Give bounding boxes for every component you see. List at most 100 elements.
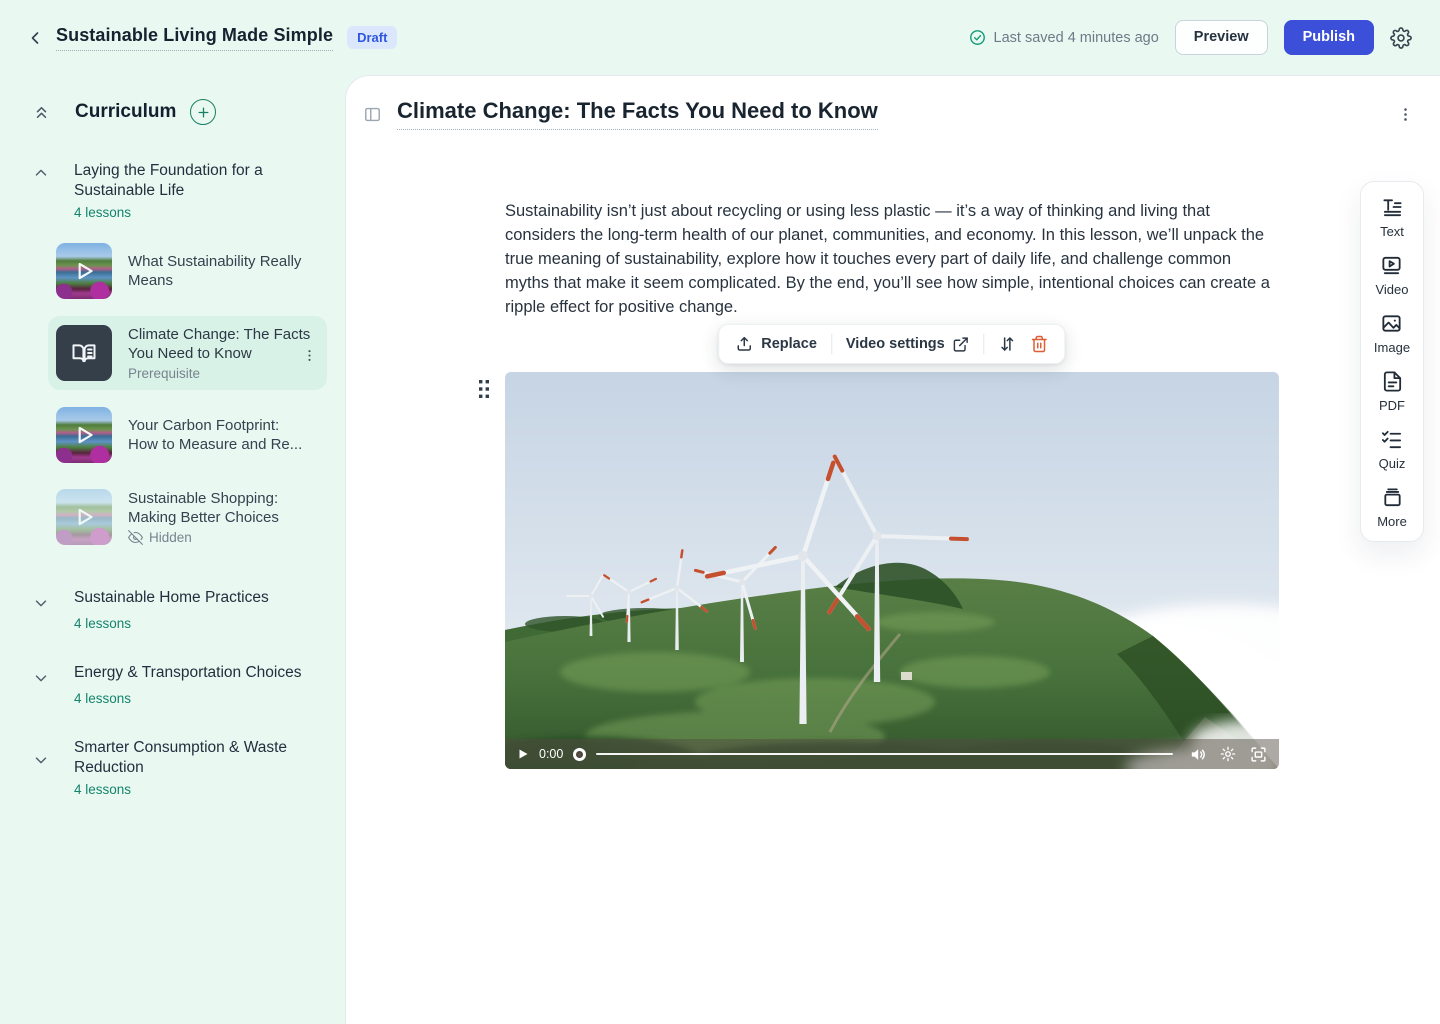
replace-label: Replace xyxy=(761,336,817,352)
play-icon xyxy=(56,407,112,463)
insert-more-button[interactable]: More xyxy=(1377,486,1407,529)
add-section-button[interactable] xyxy=(190,99,216,125)
lesson-item-hidden[interactable]: Sustainable Shopping: Making Better Choi… xyxy=(48,480,327,554)
video-block-toolbar: Replace Video settings xyxy=(718,324,1065,364)
preview-button[interactable]: Preview xyxy=(1175,20,1268,55)
lesson-item-selected[interactable]: Climate Change: The Facts You Need to Kn… xyxy=(48,316,327,390)
rail-label: Image xyxy=(1374,340,1410,355)
chevron-down-icon xyxy=(32,669,50,687)
insert-quiz-button[interactable]: Quiz xyxy=(1379,428,1406,471)
more-icon xyxy=(1381,486,1404,509)
video-settings-label: Video settings xyxy=(846,336,945,352)
toolbar-divider xyxy=(831,334,832,354)
toggle-sidebar-button[interactable] xyxy=(363,105,382,124)
pdf-icon xyxy=(1381,370,1404,393)
arrows-up-down-icon xyxy=(999,335,1017,353)
video-still-wind-turbines xyxy=(505,372,1279,769)
replace-button[interactable]: Replace xyxy=(735,335,817,353)
section-lesson-count: 4 lessons xyxy=(74,782,327,797)
section-toggle[interactable]: Laying the Foundation for a Sustainable … xyxy=(32,161,327,201)
section-lesson-count: 4 lessons xyxy=(74,616,327,631)
last-saved-text: Last saved 4 minutes ago xyxy=(994,30,1159,46)
scrubber-knob[interactable] xyxy=(573,748,586,761)
text-icon xyxy=(1381,196,1404,219)
fullscreen-icon xyxy=(1250,746,1267,763)
insert-video-button[interactable]: Video xyxy=(1375,254,1408,297)
reading-lesson-tile xyxy=(56,325,112,381)
curriculum-section: Laying the Foundation for a Sustainable … xyxy=(32,161,327,554)
status-badge: Draft xyxy=(347,26,397,49)
video-time: 0:00 xyxy=(539,747,563,761)
rail-label: Video xyxy=(1375,282,1408,297)
lesson-intro-paragraph[interactable]: Sustainability isn’t just about recyclin… xyxy=(505,199,1279,319)
check-circle-icon xyxy=(969,29,986,46)
play-icon xyxy=(517,748,529,760)
video-icon xyxy=(1380,254,1403,277)
eye-off-icon xyxy=(128,530,143,545)
toolbar-divider xyxy=(984,334,985,354)
book-open-icon xyxy=(70,339,98,367)
insert-text-button[interactable]: Text xyxy=(1380,196,1404,239)
lesson-menu-button[interactable] xyxy=(302,348,317,363)
lesson-thumbnail xyxy=(56,489,112,545)
progress-track[interactable] xyxy=(596,753,1173,756)
reorder-block-button[interactable] xyxy=(999,335,1017,353)
course-title[interactable]: Sustainable Living Made Simple xyxy=(56,25,333,51)
play-icon xyxy=(56,489,112,545)
lesson-item[interactable]: Your Carbon Footprint: How to Measure an… xyxy=(48,398,327,472)
video-player[interactable]: 0:00 xyxy=(505,372,1279,769)
curriculum-heading: Curriculum xyxy=(75,101,176,123)
curriculum-section: Sustainable Home Practices 4 lessons xyxy=(32,588,327,631)
kebab-icon xyxy=(302,348,317,363)
section-title: Sustainable Home Practices xyxy=(74,588,314,608)
trash-icon xyxy=(1031,335,1049,353)
lesson-title: Climate Change: The Facts You Need to Kn… xyxy=(128,325,313,363)
insert-block-rail: Text Video Image PDF Quiz More xyxy=(1360,181,1424,542)
chevron-up-icon xyxy=(32,164,50,201)
play-button[interactable] xyxy=(517,748,529,760)
image-icon xyxy=(1380,312,1403,335)
video-settings-button[interactable]: Video settings xyxy=(846,336,970,353)
lesson-item[interactable]: What Sustainability Really Means xyxy=(48,234,327,308)
fullscreen-button[interactable] xyxy=(1250,746,1267,763)
video-quality-button[interactable] xyxy=(1220,746,1236,762)
section-toggle[interactable]: Energy & Transportation Choices xyxy=(32,663,327,687)
chevron-down-icon xyxy=(32,594,50,612)
rail-label: Text xyxy=(1380,224,1404,239)
section-title: Energy & Transportation Choices xyxy=(74,663,314,683)
lesson-title: Your Carbon Footprint: How to Measure an… xyxy=(128,416,313,454)
plus-icon xyxy=(197,106,210,119)
section-title: Laying the Foundation for a Sustainable … xyxy=(74,161,314,201)
lesson-page-title[interactable]: Climate Change: The Facts You Need to Kn… xyxy=(397,98,878,130)
section-toggle[interactable]: Smarter Consumption & Waste Reduction xyxy=(32,738,327,778)
publish-button[interactable]: Publish xyxy=(1284,20,1374,55)
section-title: Smarter Consumption & Waste Reduction xyxy=(74,738,314,778)
settings-button[interactable] xyxy=(1390,27,1412,49)
chevron-down-icon xyxy=(32,751,50,778)
curriculum-section: Smarter Consumption & Waste Reduction 4 … xyxy=(32,738,327,797)
back-button[interactable] xyxy=(22,25,48,51)
section-toggle[interactable]: Sustainable Home Practices xyxy=(32,588,327,612)
chevron-left-icon xyxy=(25,28,45,48)
lesson-title: What Sustainability Really Means xyxy=(128,252,313,290)
rail-label: PDF xyxy=(1379,398,1405,413)
lesson-title: Sustainable Shopping: Making Better Choi… xyxy=(128,489,313,527)
collapse-all-button[interactable] xyxy=(32,103,51,122)
gear-icon xyxy=(1390,27,1412,49)
external-link-icon xyxy=(953,336,970,353)
section-lesson-count: 4 lessons xyxy=(74,205,327,220)
video-controls-bar: 0:00 xyxy=(505,739,1279,769)
lesson-options-button[interactable] xyxy=(1397,106,1414,123)
panel-toggle-icon xyxy=(363,105,382,124)
lesson-badge-prerequisite: Prerequisite xyxy=(128,366,319,381)
delete-block-button[interactable] xyxy=(1031,335,1049,353)
top-bar: Sustainable Living Made Simple Draft Las… xyxy=(0,0,1440,75)
grip-dots-icon xyxy=(477,378,491,400)
insert-image-button[interactable]: Image xyxy=(1374,312,1410,355)
kebab-icon xyxy=(1397,106,1414,123)
insert-pdf-button[interactable]: PDF xyxy=(1379,370,1405,413)
quiz-icon xyxy=(1380,428,1403,451)
block-drag-handle[interactable] xyxy=(477,378,491,400)
volume-button[interactable] xyxy=(1189,746,1206,763)
lesson-thumbnail xyxy=(56,407,112,463)
